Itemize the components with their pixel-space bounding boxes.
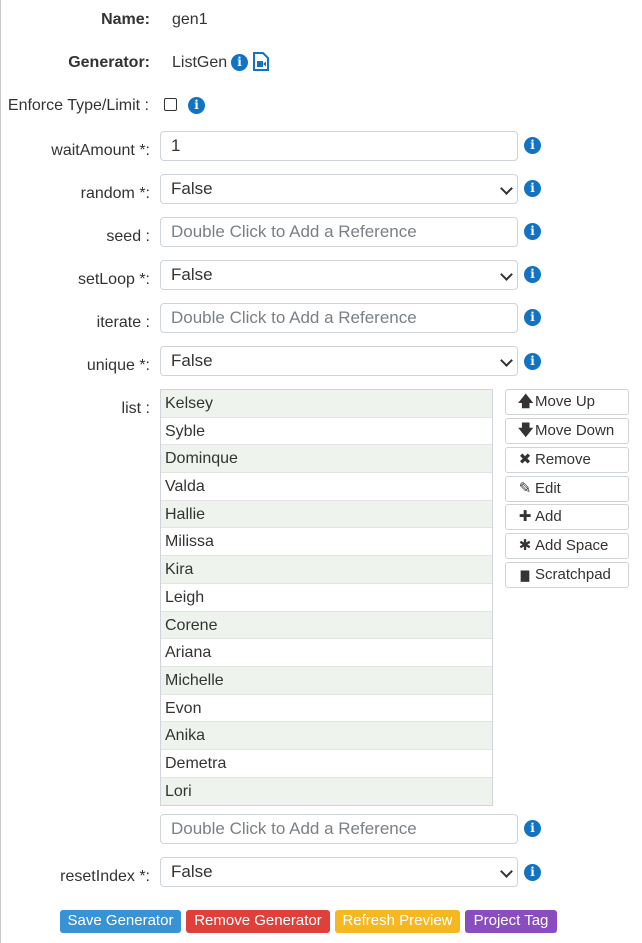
- list-item[interactable]: Anika: [161, 722, 492, 750]
- setLoop-value: False: [171, 265, 213, 284]
- list-item[interactable]: Valda: [161, 473, 492, 501]
- list-item[interactable]: Leigh: [161, 584, 492, 612]
- add-button[interactable]: ✚ Add: [505, 504, 629, 530]
- edit-label: Edit: [535, 480, 561, 497]
- list-item[interactable]: Dominque: [161, 445, 492, 474]
- chevron-down-icon: [500, 182, 513, 195]
- remove-generator-button[interactable]: Remove Generator: [186, 910, 330, 933]
- resetIndex-label: resetIndex *:: [60, 868, 150, 885]
- setLoop-select[interactable]: False: [160, 260, 518, 290]
- info-icon[interactable]: i: [524, 180, 541, 197]
- video-file-icon[interactable]: [251, 52, 270, 71]
- list-box[interactable]: Kelsey Syble Dominque Valda Hallie Milis…: [160, 389, 493, 807]
- random-value: False: [171, 179, 213, 198]
- name-value: gen1: [172, 11, 208, 28]
- left-border: [0, 0, 1, 943]
- arrow-down-icon: 🡇: [518, 422, 534, 439]
- project-tag-button[interactable]: Project Tag: [465, 910, 557, 933]
- iterate-input[interactable]: Double Click to Add a Reference: [160, 303, 518, 333]
- scratchpad-button[interactable]: ▇ Scratchpad: [505, 562, 629, 588]
- arrow-up-icon: 🡅: [518, 393, 534, 410]
- edit-button[interactable]: ✎ Edit: [505, 476, 629, 502]
- list-label: list :: [121, 400, 150, 417]
- info-icon[interactable]: i: [188, 97, 205, 114]
- random-select[interactable]: False: [160, 174, 518, 204]
- random-label: random *:: [80, 185, 150, 202]
- unique-value: False: [171, 351, 213, 370]
- info-icon[interactable]: i: [524, 309, 541, 326]
- list-item[interactable]: Demetra: [161, 750, 492, 778]
- generator-label: Generator:: [68, 54, 150, 71]
- add-space-button[interactable]: ✱ Add Space: [505, 533, 629, 559]
- move-up-label: Move Up: [535, 393, 596, 410]
- list-item[interactable]: Hallie: [161, 500, 492, 529]
- chevron-down-icon: [500, 865, 513, 878]
- info-icon[interactable]: i: [524, 137, 541, 154]
- name-label: Name:: [101, 11, 150, 28]
- list-item[interactable]: Kelsey: [161, 390, 492, 418]
- plus-icon: ✚: [518, 508, 532, 525]
- chevron-down-icon: [500, 354, 513, 367]
- save-generator-button[interactable]: Save Generator: [60, 910, 181, 933]
- file-icon: ▇: [520, 570, 530, 582]
- info-icon[interactable]: i: [231, 54, 248, 71]
- refresh-preview-button[interactable]: Refresh Preview: [335, 910, 460, 933]
- list-item[interactable]: Corene: [161, 611, 492, 640]
- unique-label: unique *:: [86, 357, 150, 374]
- add-label: Add: [535, 508, 562, 525]
- asterisk-icon: ✱: [518, 537, 532, 554]
- move-down-label: Move Down: [535, 422, 615, 439]
- resetIndex-select[interactable]: False: [160, 857, 518, 887]
- waitAmount-label: waitAmount *:: [51, 142, 150, 159]
- info-icon[interactable]: i: [524, 864, 541, 881]
- pencil-icon: ✎: [518, 480, 532, 497]
- unique-select[interactable]: False: [160, 346, 518, 376]
- move-down-button[interactable]: 🡇 Move Down: [505, 418, 629, 444]
- list-item[interactable]: Michelle: [161, 666, 492, 695]
- x-icon: ✖: [518, 451, 532, 468]
- add-space-label: Add Space: [535, 537, 609, 554]
- move-up-button[interactable]: 🡅 Move Up: [505, 389, 629, 415]
- generator-value: ListGen: [172, 54, 228, 71]
- info-icon[interactable]: i: [524, 266, 541, 283]
- list-item[interactable]: Ariana: [161, 639, 492, 667]
- info-icon[interactable]: i: [524, 223, 541, 240]
- remove-button[interactable]: ✖ Remove: [505, 447, 629, 473]
- remove-label: Remove: [535, 451, 591, 468]
- list-reference-input[interactable]: Double Click to Add a Reference: [160, 814, 518, 844]
- info-icon[interactable]: i: [524, 820, 541, 837]
- resetIndex-value: False: [171, 862, 213, 881]
- chevron-down-icon: [500, 268, 513, 281]
- setLoop-label: setLoop *:: [77, 271, 150, 288]
- list-item[interactable]: Evon: [161, 695, 492, 723]
- info-icon[interactable]: i: [524, 353, 541, 370]
- scratchpad-label: Scratchpad: [535, 566, 611, 583]
- seed-label: seed :: [106, 228, 150, 245]
- iterate-label: iterate :: [96, 314, 150, 331]
- list-item[interactable]: Lori: [161, 777, 492, 806]
- enforce-type-checkbox[interactable]: [164, 98, 177, 111]
- enforce-type-label: Enforce Type/Limit :: [7, 97, 149, 114]
- list-item[interactable]: Milissa: [161, 528, 492, 557]
- seed-input[interactable]: Double Click to Add a Reference: [160, 217, 518, 247]
- waitAmount-input[interactable]: 1: [160, 131, 518, 161]
- list-item[interactable]: Syble: [161, 418, 492, 446]
- list-item[interactable]: Kira: [161, 556, 492, 584]
